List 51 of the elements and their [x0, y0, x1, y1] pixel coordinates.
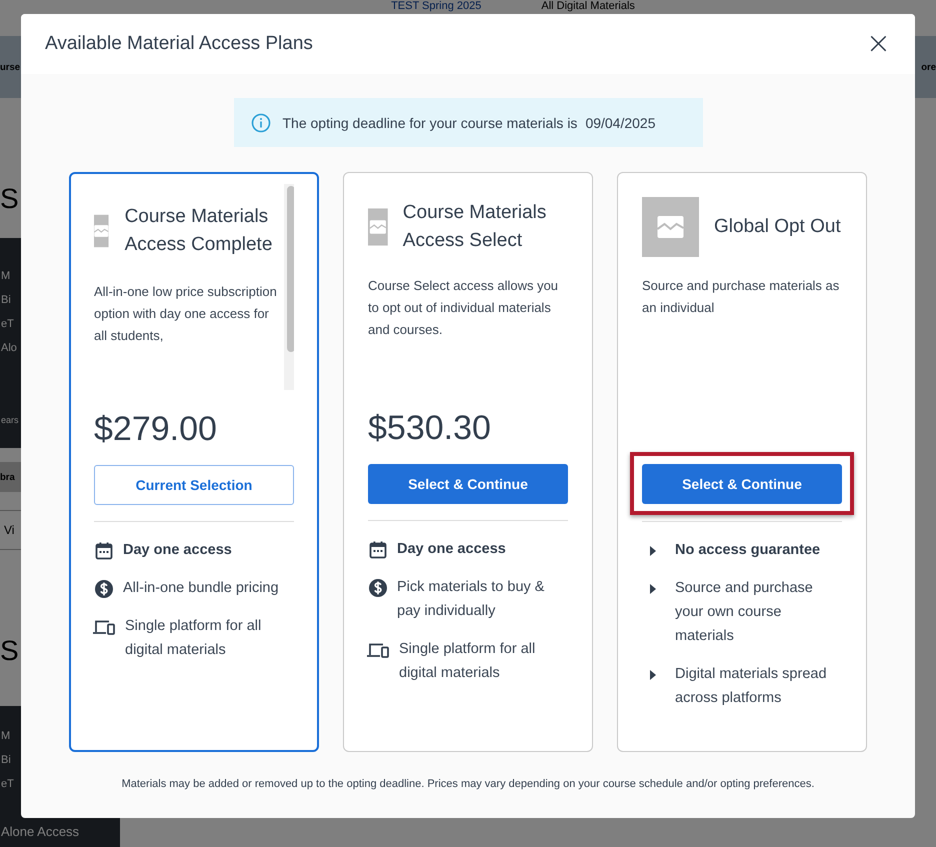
panel-text: ears — [1, 414, 19, 427]
feature-text: Digital materials spread across platforms — [675, 665, 828, 708]
info-icon — [250, 112, 270, 132]
select-button[interactable]: Select & Continue — [368, 464, 568, 504]
current-selection-button[interactable]: Current Selection — [94, 465, 294, 505]
feature-text: Pick materials to buy & pay individually — [397, 578, 546, 621]
plan-description: All-in-one low price subscription option with day one access for all students, — [94, 283, 278, 345]
caret-icon — [650, 670, 656, 680]
calendar-icon — [94, 541, 114, 561]
panel-text: Bi — [1, 753, 11, 768]
caret-icon — [650, 584, 656, 594]
row-label: Vi — [4, 523, 14, 537]
notice-text: The opting deadline for your course materials is — [282, 114, 578, 130]
image-placeholder-icon — [642, 197, 699, 257]
footnote: Materials may be added or removed up to the opting deadline. Prices may vary depending on your course schedule and/or opting preferences. — [122, 778, 814, 790]
section-heading: S — [0, 634, 20, 668]
panel-text: M — [1, 269, 10, 284]
calendar-icon — [368, 540, 388, 560]
plan-title: Course Materials Access Select — [402, 201, 548, 253]
panel-text: Bi — [1, 293, 11, 308]
scroll-thumb[interactable] — [287, 186, 294, 352]
panel-text: Alone Access — [1, 823, 80, 841]
plan-title: Global Opt Out — [714, 215, 841, 239]
plan-description: Source and purchase materials as an individual — [642, 277, 840, 317]
deadline-date: 09/04/2025 — [585, 114, 656, 130]
panel-text: M — [1, 729, 10, 744]
close-button[interactable]: × — [862, 29, 895, 59]
dollar-icon — [94, 579, 114, 599]
panel-text: Alo — [1, 341, 17, 356]
section-heading: S — [0, 182, 20, 216]
bar-label: urse — [0, 62, 20, 72]
tab-label: bra — [0, 472, 15, 482]
plan-title: Course Materials Access Complete — [124, 205, 274, 257]
feature-text: Single platform for all digital materials — [125, 617, 262, 660]
panel-text: eT — [1, 317, 14, 332]
feature-text: Source and purchase your own course materials — [675, 579, 814, 646]
dollar-icon — [368, 578, 388, 598]
panel-text: eT — [1, 777, 14, 792]
feature-text: All-in-one bundle pricing — [123, 579, 279, 598]
bar-label: ore — [921, 62, 936, 72]
plan-price: $279.00 — [94, 410, 217, 448]
select-button[interactable]: Select & Continue — [642, 464, 842, 504]
feature-text: No access guarantee — [675, 541, 820, 560]
feature-text: Day one access — [123, 541, 232, 560]
plan-description: Course Select access allows you to opt out of individual materials and courses. — [368, 277, 560, 339]
scrollbar[interactable] — [284, 184, 294, 390]
caret-icon — [650, 546, 656, 556]
feature-text: Single platform for all digital materials — [399, 640, 536, 683]
dialog-title: Available Material Access Plans — [45, 33, 313, 55]
plan-price: $530.30 — [368, 408, 491, 448]
feature-text: Day one access — [397, 540, 506, 559]
